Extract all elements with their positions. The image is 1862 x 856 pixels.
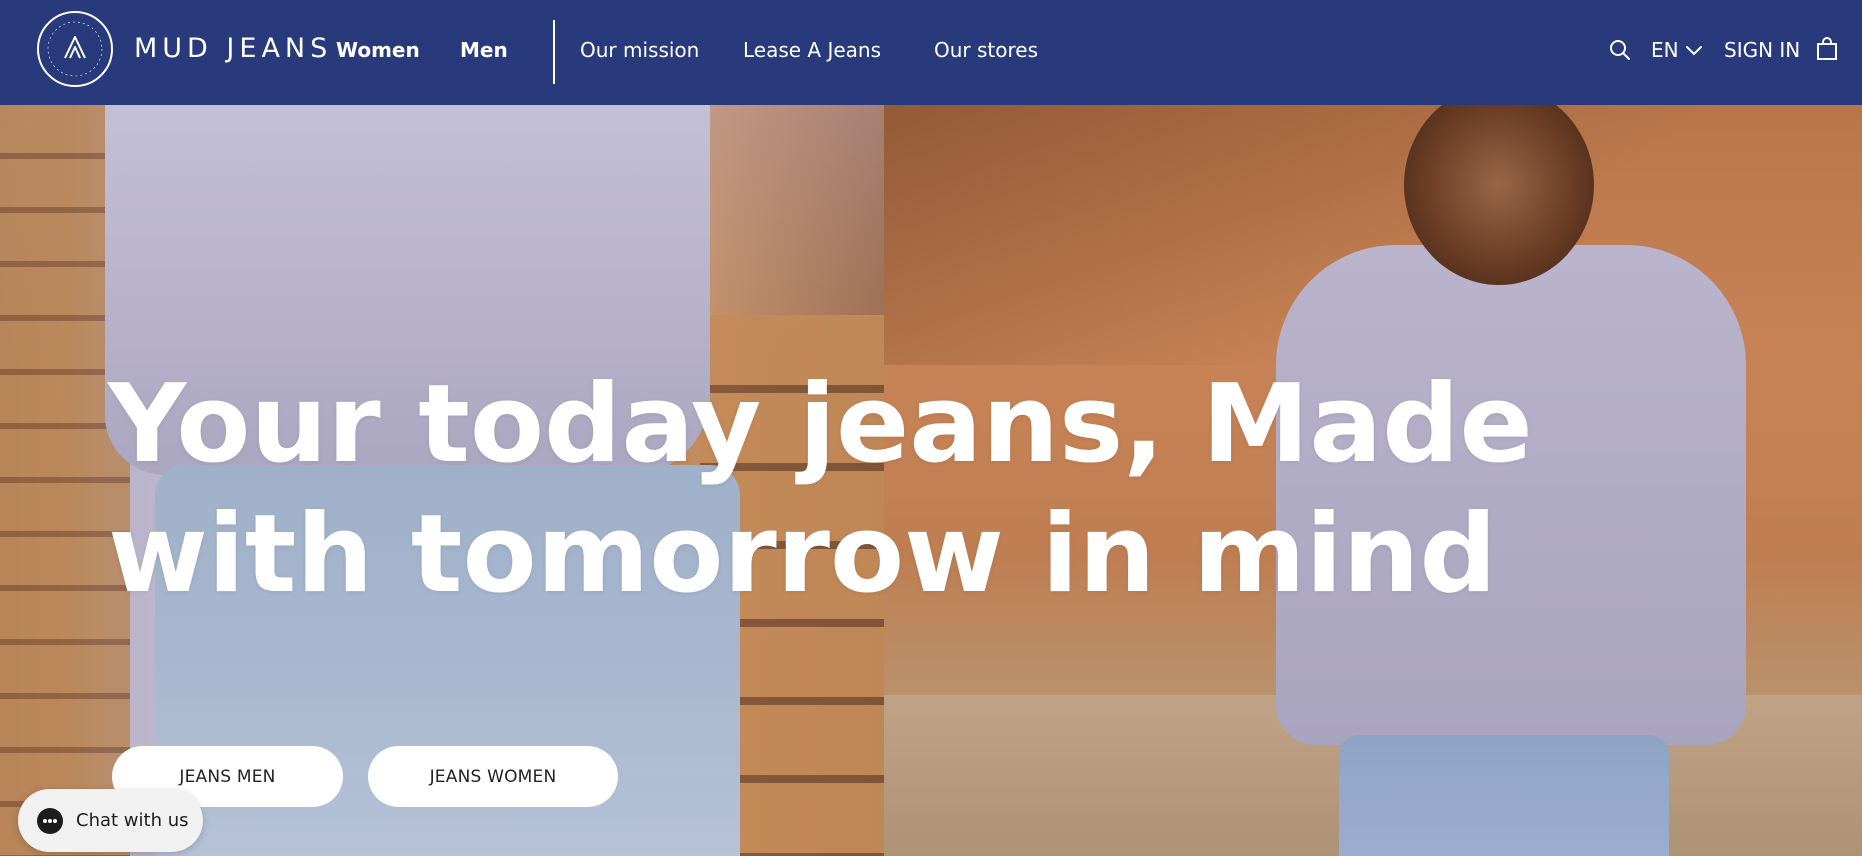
language-label: EN [1651, 38, 1679, 62]
shopping-bag-icon[interactable] [1816, 37, 1838, 61]
nav-our-stores[interactable]: Our stores [934, 38, 1038, 62]
chat-bubble-icon [37, 807, 63, 834]
nav-men[interactable]: Men [460, 38, 508, 62]
logo-mark-icon [47, 21, 103, 77]
language-selector[interactable]: EN [1651, 38, 1703, 62]
chat-label: Chat with us [76, 810, 189, 831]
sign-in-link[interactable]: SIGN IN [1724, 38, 1800, 62]
hero-headline: Your today jeans, Made with tomorrow in … [108, 362, 1533, 617]
nav-lease-a-jeans[interactable]: Lease A Jeans [743, 38, 881, 62]
nav-our-mission[interactable]: Our mission [580, 38, 699, 62]
logo-badge[interactable] [37, 11, 113, 87]
model-jeans [1339, 735, 1669, 856]
site-header: MUD JEANS Women Men Our mission Lease A … [0, 0, 1862, 105]
chat-widget-button[interactable]: Chat with us [18, 789, 203, 852]
nav-divider [553, 20, 555, 84]
jeans-women-button[interactable]: JEANS WOMEN [368, 746, 618, 807]
nav-women[interactable]: Women [336, 38, 420, 62]
brand-wordmark[interactable]: MUD JEANS [134, 33, 332, 64]
search-icon[interactable] [1608, 38, 1632, 62]
hero-banner: Your today jeans, Made with tomorrow in … [0, 105, 1862, 856]
chevron-down-icon [1685, 46, 1702, 56]
